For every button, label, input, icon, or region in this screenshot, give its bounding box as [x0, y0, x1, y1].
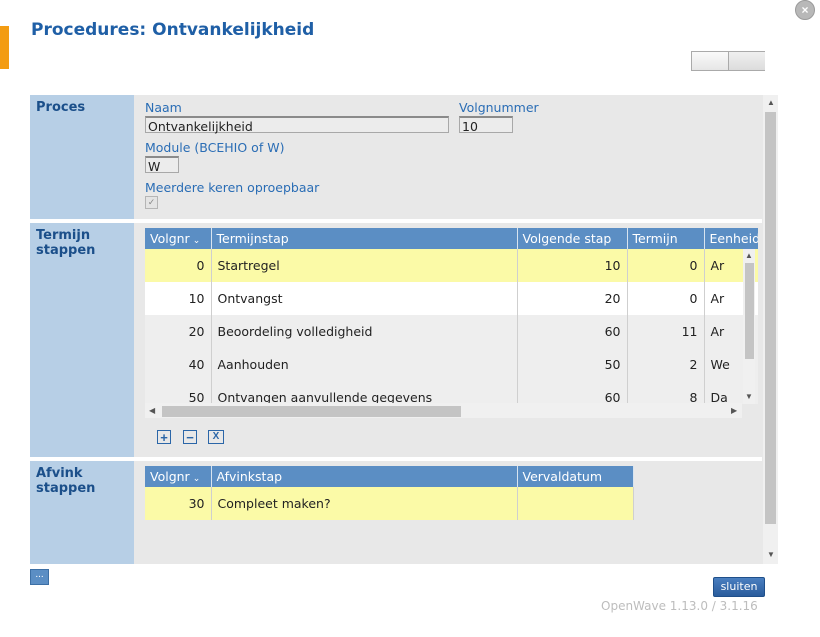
- table-row[interactable]: 10 Ontvangst 20 0 Ar: [145, 282, 758, 315]
- termijn-grid: Volgnr ⌄ Termijnstap Volgende stap Termij…: [145, 228, 758, 404]
- close-icon[interactable]: ×: [795, 0, 815, 20]
- naam-field[interactable]: Ontvankelijkheid: [145, 116, 449, 134]
- termijn-table: Volgnr ⌄ Termijnstap Volgende stap Termij…: [145, 228, 758, 404]
- termijn-hscroll-thumb[interactable]: [162, 406, 461, 417]
- module-field[interactable]: W: [145, 156, 179, 174]
- dialog-title: Procedures: Ontvankelijkheid: [31, 20, 315, 40]
- termijn-vscrollbar[interactable]: ▲ ▼: [743, 249, 755, 404]
- afvink-table: Volgnr ⌄ Afvinkstap Vervaldatum 30 Comple…: [145, 466, 634, 520]
- cell-termijn: 2: [627, 348, 705, 381]
- cell-volgnr: 0: [145, 249, 212, 282]
- sort-icon[interactable]: ⌄: [193, 236, 201, 246]
- col-termijn[interactable]: Termijn: [627, 228, 705, 249]
- table-row[interactable]: 30 Compleet maken?: [145, 487, 634, 520]
- cell-stap: Beoordeling volledigheid: [211, 315, 518, 348]
- panel-vscrollbar[interactable]: ▲ ▼: [763, 95, 778, 564]
- table-row[interactable]: 40 Aanhouden 50 2 We: [145, 348, 758, 381]
- module-label: Module (BCEHIO of W): [145, 140, 285, 155]
- cell-volgende: 50: [517, 348, 628, 381]
- scroll-left-icon[interactable]: ◀: [149, 406, 155, 415]
- section-body-afvink: Volgnr ⌄ Afvinkstap Vervaldatum 30 Comple…: [135, 461, 762, 564]
- col-volgnr[interactable]: Volgnr ⌄: [145, 228, 212, 249]
- panel-vscroll-thumb[interactable]: [765, 112, 776, 524]
- cell-volgende: 20: [517, 282, 628, 315]
- section-afvink: Afvink stappen Volgnr ⌄ Afvinkstap Vervald…: [30, 461, 762, 564]
- termijn-header-row: Volgnr ⌄ Termijnstap Volgende stap Termij…: [145, 228, 758, 249]
- table-row[interactable]: 0 Startregel 10 0 Ar: [145, 249, 758, 282]
- section-label-afvink: Afvink stappen: [30, 461, 134, 564]
- meerdere-checkbox[interactable]: ✓: [145, 196, 158, 209]
- section-body-termijn: Volgnr ⌄ Termijnstap Volgende stap Termij…: [135, 223, 762, 457]
- cell-volgnr: 30: [145, 487, 212, 520]
- col-termijnstap[interactable]: Termijnstap: [211, 228, 518, 249]
- cell-volgnr: 40: [145, 348, 212, 381]
- section-termijn: Termijn stappen Volgnr ⌄ Termijnstap Volge…: [30, 223, 762, 457]
- afvink-header-row: Volgnr ⌄ Afvinkstap Vervaldatum: [145, 466, 634, 487]
- version-text: OpenWave 1.13.0 / 3.1.16: [601, 599, 758, 613]
- termijn-label-line1: Termijn: [36, 228, 91, 243]
- cell-stap: Aanhouden: [211, 348, 518, 381]
- volgnummer-field[interactable]: 10: [459, 116, 513, 134]
- section-title-proces: Proces: [36, 100, 86, 115]
- cell-stap: Ontvangen aanvullende gegevens: [211, 381, 518, 404]
- section-title-afvink: Afvink stappen: [36, 466, 95, 496]
- remove-row-icon[interactable]: −: [183, 430, 197, 444]
- volgnummer-label: Volgnummer: [459, 100, 539, 115]
- excel-export-icon[interactable]: X: [208, 430, 224, 444]
- accent-bar: [0, 26, 9, 69]
- sluiten-button[interactable]: sluiten: [713, 577, 765, 597]
- scroll-down-icon[interactable]: ▼: [745, 392, 753, 401]
- table-row[interactable]: 20 Beoordeling volledigheid 60 11 Ar: [145, 315, 758, 348]
- cell-stap: Compleet maken?: [211, 487, 518, 520]
- cell-termijn: 8: [627, 381, 705, 404]
- scroll-up-icon[interactable]: ▲: [767, 98, 775, 107]
- col-afvinkstap[interactable]: Afvinkstap: [211, 466, 518, 487]
- afvink-label-line2: stappen: [36, 481, 96, 496]
- cell-volgnr: 20: [145, 315, 212, 348]
- col-volgnr-label: Volgnr: [150, 231, 190, 246]
- col-volgnr-label: Volgnr: [150, 469, 190, 484]
- termijn-hscrollbar[interactable]: ◀ ▶: [145, 403, 742, 418]
- termijn-vscroll-thumb[interactable]: [745, 263, 754, 359]
- col-volgnr[interactable]: Volgnr ⌄: [145, 466, 212, 487]
- cell-volgende: 60: [517, 315, 628, 348]
- cell-stap: Startregel: [211, 249, 518, 282]
- meerdere-label: Meerdere keren oproepbaar: [145, 180, 320, 195]
- section-label-termijn: Termijn stappen: [30, 223, 134, 457]
- table-row[interactable]: 50 Ontvangen aanvullende gegevens 60 8 D…: [145, 381, 758, 404]
- toggle-knob[interactable]: [728, 52, 765, 70]
- section-proces: Proces Naam Ontvankelijkheid Volgnummer …: [30, 95, 762, 219]
- cell-volgnr: 50: [145, 381, 212, 404]
- cell-termijn: 0: [627, 282, 705, 315]
- cell-stap: Ontvangst: [211, 282, 518, 315]
- view-toggle[interactable]: [691, 51, 765, 71]
- cell-volgende: 10: [517, 249, 628, 282]
- scroll-up-icon[interactable]: ▲: [745, 251, 753, 260]
- cell-termijn: 0: [627, 249, 705, 282]
- col-vervaldatum[interactable]: Vervaldatum: [517, 466, 634, 487]
- section-title-termijn: Termijn stappen: [36, 228, 95, 258]
- col-eenheid[interactable]: Eenheid: [704, 228, 758, 249]
- cell-volgnr: 10: [145, 282, 212, 315]
- sort-icon[interactable]: ⌄: [193, 474, 201, 484]
- more-button[interactable]: ...: [30, 569, 49, 585]
- col-volgende-stap[interactable]: Volgende stap: [517, 228, 628, 249]
- cell-vervaldatum: [517, 487, 634, 520]
- procedure-dialog: Procedures: Ontvankelijkheid × Proces Na…: [0, 0, 820, 637]
- section-label-proces: Proces: [30, 95, 134, 219]
- procedure-panel: Proces Naam Ontvankelijkheid Volgnummer …: [30, 95, 778, 564]
- naam-label: Naam: [145, 100, 182, 115]
- add-row-icon[interactable]: +: [157, 430, 171, 444]
- scroll-right-icon[interactable]: ▶: [731, 406, 737, 415]
- section-body-proces: Naam Ontvankelijkheid Volgnummer 10 Modu…: [135, 95, 762, 219]
- cell-termijn: 11: [627, 315, 705, 348]
- scroll-down-icon[interactable]: ▼: [767, 550, 775, 559]
- afvink-label-line1: Afvink: [36, 466, 83, 481]
- cell-volgende: 60: [517, 381, 628, 404]
- termijn-label-line2: stappen: [36, 243, 96, 258]
